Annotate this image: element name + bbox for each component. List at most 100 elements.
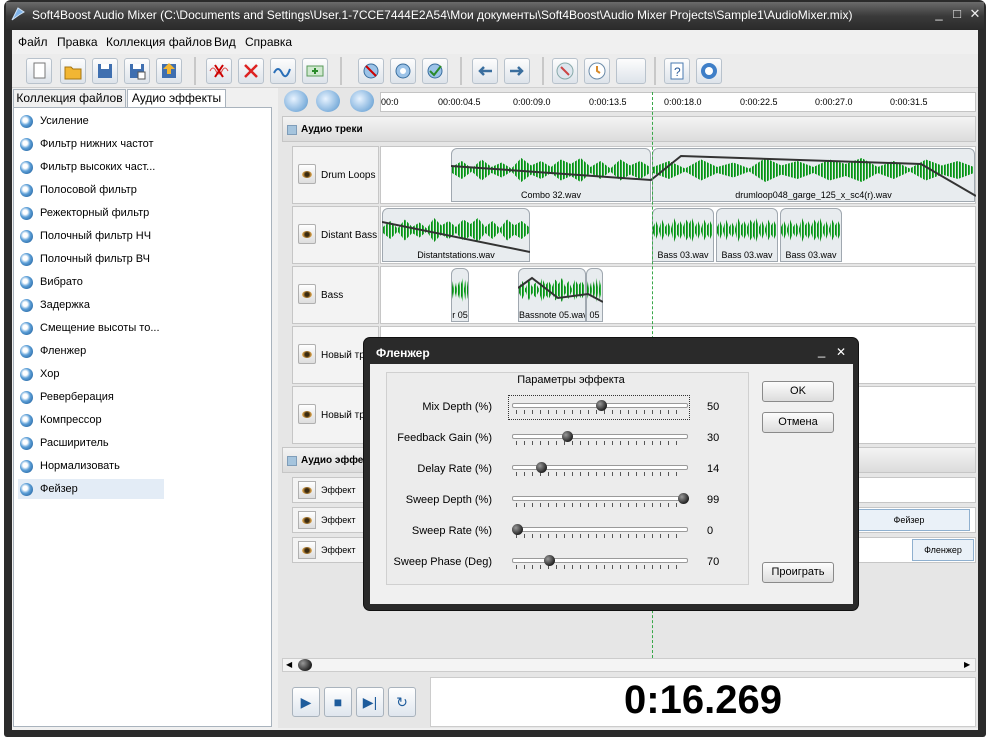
slider-thumb[interactable] (535, 462, 547, 473)
menu-view[interactable]: Вид (214, 35, 236, 49)
tab-file-collection[interactable]: Коллекция файлов (13, 89, 126, 107)
effect-remove-button[interactable] (358, 58, 384, 84)
effect-icon (20, 184, 33, 197)
close-button[interactable]: ✕ (966, 7, 984, 23)
effect-icon (20, 391, 33, 404)
redo-button[interactable] (504, 58, 530, 84)
effect-list-item[interactable]: Смещение высоты то... (18, 318, 164, 338)
menu-file[interactable]: Файл (18, 35, 48, 49)
effect-list-item[interactable]: Полосовой фильтр (18, 180, 164, 200)
track-header[interactable]: Drum Loops (292, 146, 379, 204)
param-slider[interactable] (512, 558, 688, 563)
effect-list-item[interactable]: Режекторный фильтр (18, 203, 164, 223)
dialog-close-icon[interactable]: ✕ (836, 345, 846, 359)
minimize-button[interactable]: _ (930, 7, 948, 23)
effect-list-item[interactable]: Фейзер (18, 479, 164, 499)
delete-button[interactable] (238, 58, 264, 84)
effect-block[interactable]: Фейзер (848, 509, 970, 531)
visibility-eye-icon[interactable] (298, 481, 316, 499)
slider-thumb[interactable] (543, 555, 555, 566)
audio-clip[interactable]: Bass 03.wav (780, 208, 842, 262)
audio-clip[interactable]: Bass 03.wav (716, 208, 778, 262)
effect-list-item[interactable]: Компрессор (18, 410, 164, 430)
loop-button[interactable]: ↻ (388, 687, 416, 717)
slider-thumb[interactable] (512, 524, 523, 535)
zoom-out-icon[interactable] (316, 90, 340, 112)
track-header[interactable]: Distant Bass (292, 206, 379, 264)
new-project-button[interactable] (26, 58, 52, 84)
menu-edit[interactable]: Правка (57, 35, 98, 49)
add-track-button[interactable] (302, 58, 328, 84)
effect-block[interactable]: Фленжер (912, 539, 974, 561)
audio-tracks-checkbox[interactable] (287, 125, 297, 135)
track-lane[interactable] (380, 266, 976, 324)
restore-button[interactable]: □ (948, 7, 966, 23)
slider-thumb[interactable] (596, 400, 607, 411)
next-button[interactable]: ▶| (356, 687, 384, 717)
visibility-eye-icon[interactable] (298, 224, 316, 244)
play-button[interactable]: ▶ (292, 687, 320, 717)
effect-apply-button[interactable] (422, 58, 448, 84)
effect-list-item[interactable]: Нормализовать (18, 456, 164, 476)
track-header[interactable]: Bass (292, 266, 379, 324)
effect-settings-button[interactable] (390, 58, 416, 84)
menu-help[interactable]: Справка (245, 35, 292, 49)
param-slider[interactable] (512, 527, 688, 532)
volume-envelope[interactable] (518, 268, 603, 322)
param-value: 50 (707, 401, 720, 413)
toolbar-separator (542, 57, 544, 85)
effect-list-item[interactable]: Хор (18, 364, 164, 384)
visibility-eye-icon[interactable] (298, 344, 316, 364)
tab-audio-effects[interactable]: Аудио эффекты (127, 89, 226, 107)
scroll-left-icon[interactable]: ◀ (286, 660, 292, 669)
effect-list-item[interactable]: Фильтр нижних частот (18, 134, 164, 154)
param-slider[interactable] (512, 434, 688, 439)
play-preview-button[interactable]: Проиграть (762, 562, 834, 583)
param-slider[interactable] (512, 496, 688, 501)
stop-record-button[interactable] (552, 58, 578, 84)
about-button[interactable] (696, 58, 722, 84)
save-as-button[interactable] (124, 58, 150, 84)
cancel-button[interactable]: Отмена (762, 412, 834, 433)
audio-tracks-header[interactable]: Аудио треки (282, 116, 976, 142)
undo-button[interactable] (472, 58, 498, 84)
clock-button[interactable] (584, 58, 610, 84)
effect-list-item[interactable]: Фленжер (18, 341, 164, 361)
export-button[interactable] (156, 58, 182, 84)
split-button[interactable] (206, 58, 232, 84)
effect-list-item[interactable]: Усиление (18, 111, 164, 131)
stop-button[interactable]: ■ (324, 687, 352, 717)
visibility-eye-icon[interactable] (298, 511, 316, 529)
scroll-thumb[interactable] (298, 659, 312, 671)
effect-list-item[interactable]: Расширитель (18, 433, 164, 453)
visibility-eye-icon[interactable] (298, 164, 316, 184)
dialog-minimize-button[interactable]: _ (818, 343, 825, 358)
blank-toolbar-button[interactable] (616, 58, 646, 84)
volume-envelope[interactable] (451, 148, 976, 202)
audio-clip[interactable]: Bass 03.wav (652, 208, 714, 262)
visibility-eye-icon[interactable] (298, 284, 316, 304)
effect-list-item[interactable]: Фильтр высоких част... (18, 157, 164, 177)
visibility-eye-icon[interactable] (298, 541, 316, 559)
zoom-in-icon[interactable] (284, 90, 308, 112)
volume-envelope[interactable] (382, 208, 530, 262)
effect-list-item[interactable]: Вибрато (18, 272, 164, 292)
zoom-fit-icon[interactable] (350, 90, 374, 112)
envelope-button[interactable] (270, 58, 296, 84)
effect-list-item[interactable]: Реверберация (18, 387, 164, 407)
ok-button[interactable]: OK (762, 381, 834, 402)
effect-list-item[interactable]: Полочный фильтр ВЧ (18, 249, 164, 269)
effect-list-item[interactable]: Полочный фильтр НЧ (18, 226, 164, 246)
horizontal-scrollbar[interactable] (282, 658, 976, 672)
menu-file-collection[interactable]: Коллекция файлов (106, 35, 212, 49)
toolbar-separator (460, 57, 462, 85)
param-label: Sweep Depth (%) (405, 494, 492, 506)
help-button[interactable]: ? (664, 58, 690, 84)
visibility-eye-icon[interactable] (298, 404, 316, 424)
open-project-button[interactable] (60, 58, 86, 84)
scroll-right-icon[interactable]: ▶ (964, 660, 970, 669)
effect-list-item[interactable]: Задержка (18, 295, 164, 315)
save-button[interactable] (92, 58, 118, 84)
audio-clip[interactable]: r 05 (451, 268, 469, 322)
audio-effects-checkbox[interactable] (287, 456, 297, 466)
